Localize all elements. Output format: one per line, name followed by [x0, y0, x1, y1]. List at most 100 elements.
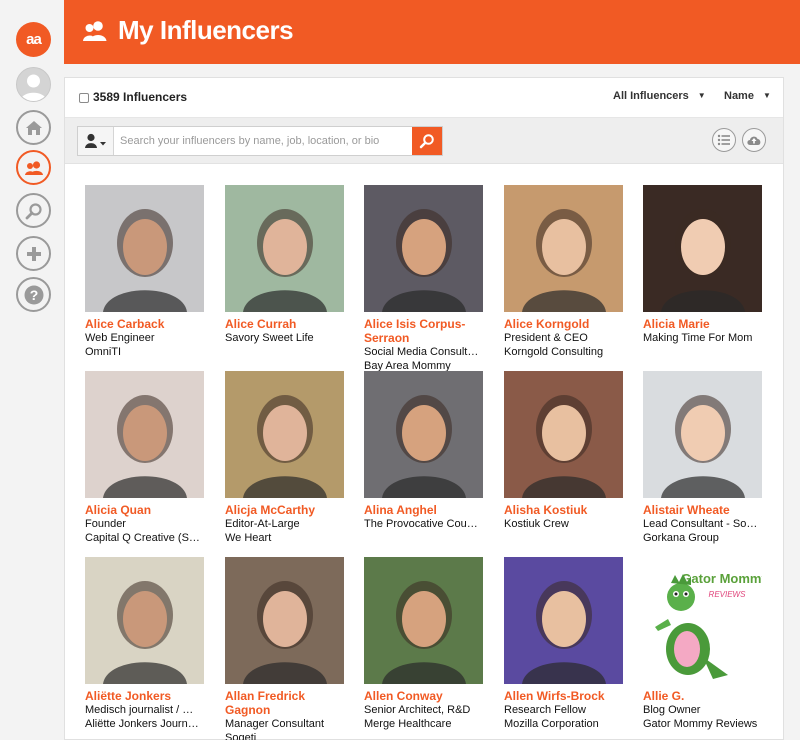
logo-subtitle: REVIEWS	[709, 590, 747, 599]
help-icon: ?	[24, 285, 43, 304]
logo-text: aa	[26, 31, 42, 48]
person-dropdown-icon	[84, 133, 106, 148]
influencer-photo[interactable]	[504, 557, 623, 684]
influencer-name[interactable]: Alicja McCarthy	[225, 503, 350, 517]
influencer-photo[interactable]	[364, 185, 483, 312]
select-all-checkbox[interactable]	[79, 93, 89, 103]
influencer-card[interactable]: Alisha Kostiuk Kostiuk Crew	[504, 371, 629, 531]
search-submit-button[interactable]	[412, 127, 442, 155]
influencer-title: Editor-At-Large	[225, 518, 300, 530]
help-nav-button[interactable]: ?	[16, 277, 51, 312]
filter-dropdown[interactable]: All Influencers ▼	[613, 90, 706, 102]
influencer-card[interactable]: Alice Currah Savory Sweet Life	[225, 185, 350, 345]
list-header: 3589 Influencers All Influencers ▼ Name ▼	[65, 78, 783, 118]
influencer-card[interactable]: Allen Conway Senior Architect, R&D Merge H…	[364, 557, 489, 731]
influencer-card[interactable]: Alina Anghel The Provocative Cou…	[364, 371, 489, 531]
influencer-photo[interactable]	[364, 557, 483, 684]
influencer-name[interactable]: Allie G.	[643, 689, 768, 703]
people-icon	[24, 160, 43, 175]
influencer-title: Manager Consultant	[225, 718, 325, 730]
user-avatar[interactable]	[16, 67, 51, 102]
influencer-photo[interactable]	[225, 557, 344, 684]
influencer-title: Lead Consultant - So…	[643, 518, 758, 530]
influencer-photo[interactable]	[85, 185, 204, 312]
sort-dropdown[interactable]: Name ▼	[724, 90, 771, 102]
influencer-company: We Heart	[225, 532, 272, 544]
influencer-name[interactable]: Allen Conway	[364, 689, 489, 703]
influencer-company: Merge Healthcare	[364, 718, 452, 730]
influencer-photo[interactable]	[225, 185, 344, 312]
influencer-title: Senior Architect, R&D	[364, 704, 471, 716]
influencer-title: Making Time For Mom	[643, 332, 753, 344]
plus-icon	[26, 246, 41, 261]
influencer-photo[interactable]	[364, 371, 483, 498]
influencer-name[interactable]: Alice Currah	[225, 317, 350, 331]
influencers-nav-button[interactable]	[16, 150, 51, 185]
list-view-button[interactable]	[712, 128, 736, 152]
influencer-card[interactable]: Alicia Quan Founder Capital Q Creative (S…	[85, 371, 210, 545]
search-icon	[25, 202, 42, 219]
home-icon	[25, 120, 42, 135]
svg-text:?: ?	[29, 287, 38, 303]
logo-title: Gator Mommy	[681, 571, 762, 586]
influencer-card[interactable]: Alice Korngold President & CEO Korngold Co…	[504, 185, 629, 359]
influencer-photo[interactable]	[225, 371, 344, 498]
influencer-name[interactable]: Alice Isis Corpus-Serraon	[364, 317, 489, 345]
influencer-title: Kostiuk Crew	[504, 518, 569, 530]
search-toolbar	[65, 118, 783, 164]
influencer-photo[interactable]	[643, 185, 762, 312]
influencer-title: Research Fellow	[504, 704, 586, 716]
cloud-upload-icon	[747, 136, 761, 145]
sort-dropdown-label: Name	[724, 90, 754, 102]
upload-button[interactable]	[742, 128, 766, 152]
search-type-dropdown[interactable]	[78, 127, 114, 155]
influencer-name[interactable]: Aliëtte Jonkers	[85, 689, 210, 703]
influencer-company: Gator Mommy Reviews	[643, 718, 758, 730]
page-header: My Influencers	[64, 0, 800, 64]
influencer-name[interactable]: Alicia Quan	[85, 503, 210, 517]
influencer-card[interactable]: Gator Mommy REVIEWS Allie G. Blog Owner Gato…	[643, 557, 768, 731]
influencer-name[interactable]: Alistair Wheate	[643, 503, 768, 517]
influencer-photo[interactable]	[85, 371, 204, 498]
influencer-name[interactable]: Alicia Marie	[643, 317, 768, 331]
influencer-card[interactable]: Alice Isis Corpus-Serraon Social Media Co…	[364, 185, 489, 373]
people-icon	[83, 21, 107, 41]
search-nav-button[interactable]	[16, 193, 51, 228]
influencer-company: Gorkana Group	[643, 532, 719, 544]
influencer-title: Medisch journalist / …	[85, 704, 194, 716]
influencer-photo[interactable]	[504, 371, 623, 498]
list-icon	[717, 134, 730, 146]
influencer-card[interactable]: Alice Carback Web Engineer OmniTI	[85, 185, 210, 359]
influencer-card[interactable]: Alicja McCarthy Editor-At-Large We Heart	[225, 371, 350, 545]
influencer-name[interactable]: Alina Anghel	[364, 503, 489, 517]
influencer-card[interactable]: Allen Wirfs-Brock Research Fellow Mozilla …	[504, 557, 629, 731]
app-logo[interactable]: aa	[16, 22, 51, 57]
influencer-card[interactable]: Alistair Wheate Lead Consultant - So… Gork…	[643, 371, 768, 545]
influencer-name[interactable]: Alice Korngold	[504, 317, 629, 331]
influencer-card[interactable]: Alicia Marie Making Time For Mom	[643, 185, 768, 345]
influencer-name[interactable]: Alisha Kostiuk	[504, 503, 629, 517]
influencer-card[interactable]: Aliëtte Jonkers Medisch journalist / … Ali…	[85, 557, 210, 731]
influencer-title: Social Media Consult…	[364, 346, 479, 358]
influencer-count: 3589 Influencers	[93, 90, 188, 104]
influencer-name[interactable]: Allen Wirfs-Brock	[504, 689, 629, 703]
influencer-photo[interactable]	[643, 371, 762, 498]
avatar-icon	[17, 68, 50, 101]
influencer-title: Blog Owner	[643, 704, 701, 716]
filter-dropdown-label: All Influencers	[613, 90, 689, 102]
influencer-company: Korngold Consulting	[504, 346, 604, 358]
search-input[interactable]	[115, 127, 413, 155]
left-nav-sidebar: aa ?	[0, 0, 64, 740]
search-box	[77, 126, 443, 156]
influencer-card[interactable]: Allan Fredrick Gagnon Manager Consultant S…	[225, 557, 350, 740]
influencer-name[interactable]: Allan Fredrick Gagnon	[225, 689, 350, 717]
search-icon	[419, 134, 434, 149]
influencer-title: Web Engineer	[85, 332, 155, 344]
add-nav-button[interactable]	[16, 236, 51, 271]
influencer-name[interactable]: Alice Carback	[85, 317, 210, 331]
influencer-photo[interactable]	[85, 557, 204, 684]
home-nav-button[interactable]	[16, 110, 51, 145]
influencer-photo[interactable]: Gator Mommy REVIEWS	[643, 557, 762, 684]
influencer-title: The Provocative Cou…	[364, 518, 478, 530]
influencer-photo[interactable]	[504, 185, 623, 312]
